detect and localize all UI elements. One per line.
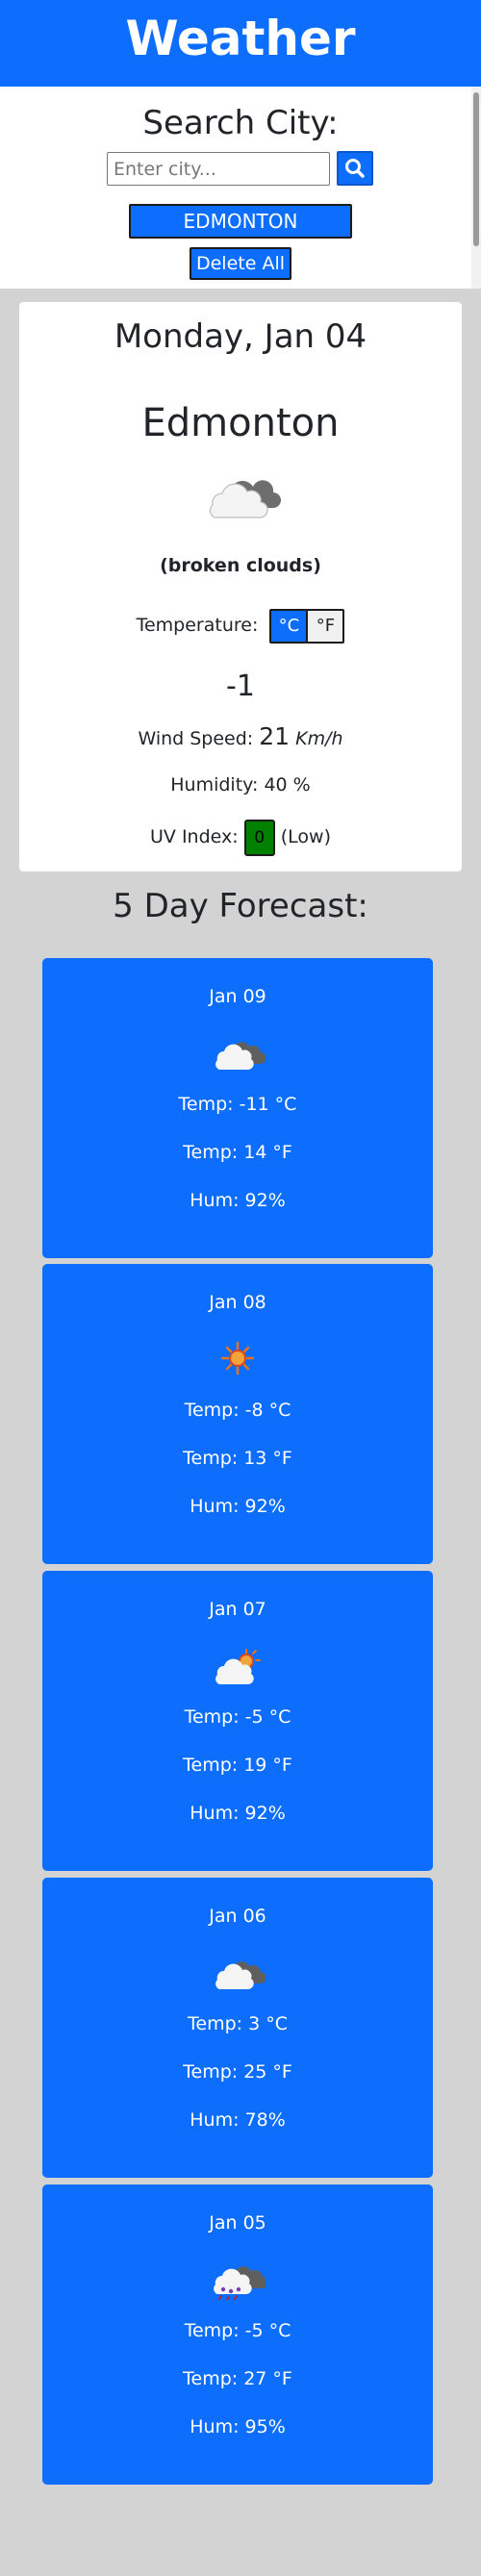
current-city: Edmonton [141,401,340,445]
forecast-humidity: Hum: 95% [190,2416,286,2437]
fahrenheit-button[interactable]: °F [306,608,345,644]
temperature-row: Temperature: °C °F [19,608,462,644]
wind-speed-row: Wind Speed: 21 Km/h [19,718,462,758]
forecast-date: Jan 08 [209,1292,266,1313]
search-title: Search City: [142,104,339,142]
uv-level: (Low) [280,826,331,847]
wind-value: 21 [259,722,291,750]
forecast-title: 5 Day Forecast: [113,887,368,925]
forecast-card: Jan 08 Temp: -8 °C Temp: 13 °F Hum: 92% [42,1264,433,1564]
forecast-card: Jan 07 Temp: -5 °C Temp: 19 °F Hum: 92% [42,1571,433,1871]
app-header: Weather Dashboard [0,0,481,143]
search-button[interactable] [337,151,373,186]
broken-clouds-icon [209,480,281,518]
forecast-card: Jan 09 Temp: -11 °C Temp: 14 °F Hum: 92% [42,958,433,1258]
forecast-temp-c: Temp: -11 °C [178,1094,297,1115]
forecast-humidity: Hum: 92% [190,1190,286,1211]
cloud-icon [215,1042,266,1070]
forecast-temp-f: Temp: 19 °F [183,1755,292,1776]
forecast-temp-f: Temp: 25 °F [183,2061,292,2083]
forecast-temp-f: Temp: 27 °F [183,2368,292,2389]
delete-all-button[interactable]: Delete All [190,247,291,280]
forecast-date: Jan 05 [209,2212,266,2234]
forecast-date: Jan 06 [209,1906,266,1927]
forecast-card: Jan 05 Temp: -5 °C Temp: 27 °F Hum: 95% [42,2185,433,2485]
uv-label: UV Index: [150,826,239,847]
temperature-label: Temperature: [136,615,259,636]
forecast-humidity: Hum: 92% [190,1496,286,1517]
history-city-button[interactable]: EDMONTON [129,204,352,239]
current-date: Monday, Jan 04 [114,317,367,356]
uv-index-row: UV Index: 0 (Low) [19,818,462,856]
forecast-temp-c: Temp: -5 °C [184,1706,291,1728]
search-icon [345,159,365,178]
partly-cloudy-icon [215,1649,261,1684]
forecast-date: Jan 09 [209,986,266,1007]
forecast-temp-c: Temp: -8 °C [184,1400,291,1421]
cloud-icon [215,1961,266,1989]
current-temperature: -1 [226,669,255,703]
wind-label: Wind Speed: [138,728,254,749]
forecast-humidity: Hum: 92% [190,1803,286,1824]
forecast-temp-f: Temp: 13 °F [183,1448,292,1469]
humidity-text: Humidity: 40 % [170,774,311,796]
uv-index-badge: 0 [243,819,275,856]
snow-cloud-icon [214,2266,266,2300]
sun-icon [220,1341,255,1376]
city-search-input[interactable] [107,152,330,186]
forecast-temp-c: Temp: 3 °C [188,2013,288,2034]
celsius-button[interactable]: °C [269,608,309,644]
forecast-humidity: Hum: 78% [190,2109,286,2131]
current-weather-card: Monday, Jan 04 Edmonton (broken clouds) … [19,302,462,871]
forecast-card: Jan 06 Temp: 3 °C Temp: 25 °F Hum: 78% [42,1878,433,2178]
current-description: (broken clouds) [160,555,321,576]
forecast-date: Jan 07 [209,1599,266,1620]
wind-unit: Km/h [295,728,343,749]
forecast-temp-f: Temp: 14 °F [183,1142,292,1163]
forecast-temp-c: Temp: -5 °C [184,2320,291,2341]
